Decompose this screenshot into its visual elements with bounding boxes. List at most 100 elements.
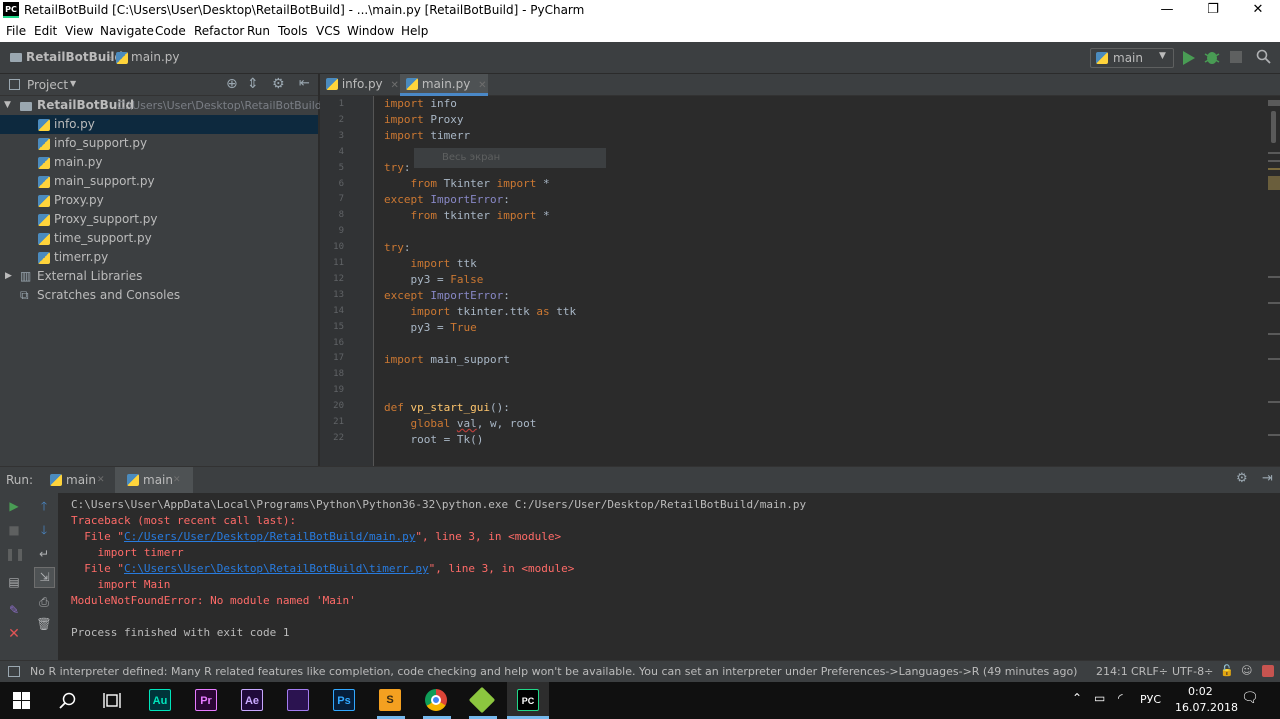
run-tab-label[interactable]: main <box>66 473 96 487</box>
line-number: 21 <box>333 417 344 427</box>
close-tab-icon[interactable]: ✕ <box>173 475 181 485</box>
cursor-position[interactable]: 214:1 <box>1096 665 1128 678</box>
minimize-button[interactable]: — <box>1144 0 1190 21</box>
python-file-icon <box>38 138 50 150</box>
stop-icon[interactable] <box>1230 51 1242 63</box>
pause-icon[interactable]: ❚❚ <box>5 545 25 563</box>
scrollbar-thumb[interactable] <box>1271 111 1276 143</box>
tree-file[interactable]: Proxy.py <box>0 191 318 210</box>
close-tab-icon[interactable]: ✕ <box>478 80 486 91</box>
tab-main[interactable]: main.py ✕ <box>400 74 488 96</box>
close-tab-icon[interactable]: ✕ <box>97 475 105 485</box>
project-panel-title[interactable]: Project <box>27 78 68 92</box>
chrome-app-icon[interactable] <box>425 689 447 711</box>
inspector-icon[interactable]: ☺ <box>1241 664 1252 677</box>
close-button[interactable]: ✕ <box>1235 0 1280 21</box>
arrow-down-icon[interactable]: 🡓 <box>35 521 53 539</box>
menu-refactor[interactable]: Refactor <box>194 24 244 38</box>
editor-scrollbar[interactable] <box>1266 96 1280 466</box>
file-link[interactable]: C:/Users/User/Desktop/RetailBotBuild/mai… <box>124 530 415 543</box>
lock-icon[interactable]: 🔓 <box>1220 664 1234 677</box>
scroll-to-end-icon[interactable]: ⇲ <box>34 567 55 588</box>
audition-app-icon[interactable]: Au <box>149 689 171 711</box>
tree-file[interactable]: time_support.py <box>0 229 318 248</box>
task-view-icon[interactable] <box>103 692 121 709</box>
tree-file[interactable]: info.py <box>0 115 318 134</box>
menu-window[interactable]: Window <box>347 24 394 38</box>
dump-threads-icon[interactable]: ▤ <box>5 573 23 591</box>
chevron-down-icon[interactable]: ▼ <box>70 79 76 88</box>
windows-start-icon[interactable] <box>13 692 30 709</box>
pycharm-app-icon[interactable]: PC <box>517 689 539 711</box>
menu-view[interactable]: View <box>65 24 93 38</box>
scroll-mark <box>1268 302 1280 304</box>
search-icon[interactable] <box>1256 49 1271 64</box>
sublime-app-icon[interactable]: S <box>379 689 401 711</box>
tree-file[interactable]: timerr.py <box>0 248 318 267</box>
hide-panel-icon[interactable]: ⇥ <box>1262 471 1273 486</box>
input-language[interactable]: РУС <box>1140 693 1161 706</box>
tree-file[interactable]: Proxy_support.py <box>0 210 318 229</box>
debug-icon[interactable] <box>1204 49 1220 65</box>
project-view-icon <box>9 79 20 90</box>
tab-info[interactable]: info.py ✕ <box>320 74 400 96</box>
pin-icon[interactable]: ✎ <box>5 601 23 619</box>
clock-date[interactable]: 16.07.2018 <box>1175 701 1238 714</box>
trash-icon[interactable]: 🗑 <box>35 615 53 633</box>
maximize-button[interactable]: ❐ <box>1190 0 1236 21</box>
tree-scratches[interactable]: ⧉ Scratches and Consoles <box>0 286 318 305</box>
tray-chevron-up-icon[interactable]: ⌃ <box>1072 691 1082 705</box>
gear-icon[interactable]: ⚙ <box>1236 471 1248 486</box>
file-encoding[interactable]: UTF-8÷ <box>1172 665 1213 678</box>
gear-icon[interactable]: ⚙ <box>272 76 285 92</box>
hide-panel-icon[interactable]: ⇤ <box>299 76 310 91</box>
tree-file-label: main.py <box>54 155 103 169</box>
tool-windows-icon[interactable] <box>8 666 20 677</box>
status-message[interactable]: No R interpreter defined: Many R related… <box>30 665 1077 678</box>
photoshop-app-icon[interactable]: Ps <box>333 689 355 711</box>
menu-code[interactable]: Code <box>155 24 186 38</box>
line-separator[interactable]: CRLF÷ <box>1131 665 1168 678</box>
tree-external-libraries[interactable]: ▶ ▥ External Libraries <box>0 267 318 286</box>
close-icon[interactable]: ✕ <box>5 625 23 643</box>
soft-wrap-icon[interactable]: ↵ <box>35 545 53 563</box>
search-icon[interactable] <box>59 692 76 709</box>
menu-help[interactable]: Help <box>401 24 428 38</box>
rerun-icon[interactable]: ▶ <box>5 497 23 515</box>
close-tab-icon[interactable]: ✕ <box>390 80 398 91</box>
tab-label: info.py <box>341 77 383 91</box>
menu-file[interactable]: File <box>6 24 26 38</box>
stop-icon[interactable]: ■ <box>5 521 23 539</box>
arrow-up-icon[interactable]: 🡑 <box>35 497 53 515</box>
tree-file[interactable]: main.py <box>0 153 318 172</box>
run-configuration-label: main <box>1113 51 1143 65</box>
menu-vcs[interactable]: VCS <box>316 24 340 38</box>
run-tab-active[interactable]: main ✕ <box>115 467 193 493</box>
run-panel: Run: main ✕ main ✕ ⚙ ⇥ ▶ ■ ❚❚ ▤ ✎ ✕ 🡑 🡓 … <box>0 466 1280 661</box>
menu-edit[interactable]: Edit <box>34 24 57 38</box>
event-log-icon[interactable] <box>1262 665 1274 677</box>
premiere-app-icon[interactable]: Pr <box>195 689 217 711</box>
breadcrumb-file[interactable]: main.py <box>131 50 180 64</box>
clock-time[interactable]: 0:02 <box>1188 685 1213 698</box>
menu-run[interactable]: Run <box>247 24 270 38</box>
console-output[interactable]: C:\Users\User\AppData\Local\Programs\Pyt… <box>64 493 1274 661</box>
locate-icon[interactable]: ⊕ <box>226 76 238 92</box>
battery-icon[interactable]: ▭ <box>1094 691 1105 705</box>
node-app-icon[interactable] <box>468 686 496 714</box>
file-link[interactable]: C:\Users\User\Desktop\RetailBotBuild\tim… <box>124 562 429 575</box>
menu-tools[interactable]: Tools <box>278 24 308 38</box>
media-encoder-app-icon[interactable] <box>287 689 309 711</box>
wifi-icon[interactable]: ◜ <box>1118 691 1123 705</box>
after-effects-app-icon[interactable]: Ae <box>241 689 263 711</box>
collapse-icon[interactable]: ⇕ <box>247 76 259 92</box>
run-configuration-select[interactable]: main ▼ <box>1090 48 1174 68</box>
folder-icon <box>20 102 32 111</box>
tree-file[interactable]: main_support.py <box>0 172 318 191</box>
print-icon[interactable]: ⎙ <box>35 593 53 611</box>
run-icon[interactable] <box>1182 50 1196 66</box>
tree-root[interactable]: ▼ RetailBotBuild C:\Users\User\Desktop\R… <box>0 96 322 115</box>
notifications-icon[interactable]: 🗨 <box>1241 690 1259 706</box>
tree-file[interactable]: info_support.py <box>0 134 318 153</box>
menu-navigate[interactable]: Navigate <box>100 24 154 38</box>
